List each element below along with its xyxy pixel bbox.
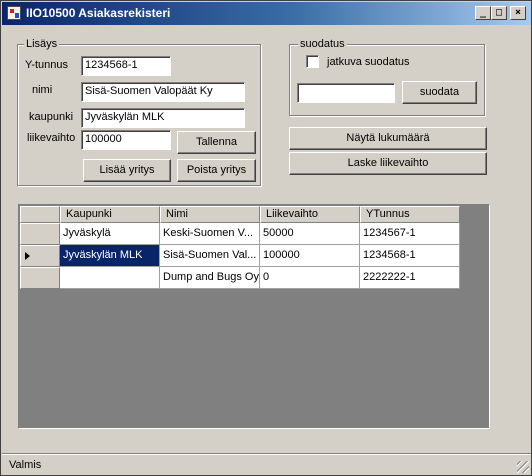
status-bar: Valmis (2, 453, 531, 475)
suodata-button[interactable]: suodata (402, 81, 477, 104)
cell-kaupunki[interactable]: Jyväskylä (60, 223, 160, 245)
cell-ytunnus[interactable]: 2222222-1 (360, 267, 460, 289)
tallenna-button[interactable]: Tallenna (177, 131, 256, 154)
lisaa-yritys-button[interactable]: Lisää yritys (83, 159, 171, 182)
ytunnus-label: Y-tunnus (25, 59, 69, 71)
jatkuva-suodatus-checkbox[interactable] (306, 55, 319, 68)
nayta-lukumaara-button[interactable]: Näytä lukumäärä (289, 127, 487, 150)
grid-corner-header[interactable] (20, 206, 60, 223)
cell-ytunnus[interactable]: 1234568-1 (360, 245, 460, 267)
title-bar[interactable]: IIO10500 Asiakasrekisteri _ □ × (2, 2, 531, 25)
kaupunki-input[interactable]: Jyväskylän MLK (81, 108, 245, 128)
suodatus-legend: suodatus (298, 38, 347, 50)
minimize-button[interactable]: _ (475, 6, 491, 20)
column-header-ytunnus[interactable]: YTunnus (360, 206, 460, 223)
cell-kaupunki-selected[interactable]: Jyväskylän MLK (60, 245, 160, 267)
jatkuva-suodatus-label[interactable]: jatkuva suodatus (327, 56, 410, 68)
kaupunki-label: kaupunki (29, 111, 74, 123)
lisays-legend: Lisäys (24, 38, 60, 50)
resize-grip-icon[interactable] (517, 461, 529, 473)
row-header[interactable] (20, 223, 60, 245)
cell-liikevaihto[interactable]: 100000 (260, 245, 360, 267)
nimi-label: nimi (32, 84, 53, 96)
cell-nimi[interactable]: Sisä-Suomen Val... (160, 245, 260, 267)
nimi-input[interactable]: Sisä-Suomen Valopäät Ky (81, 82, 245, 102)
status-text: Valmis (9, 459, 42, 471)
current-row-arrow-icon (25, 252, 30, 260)
liikevaihto-input[interactable]: 100000 (81, 130, 171, 150)
cell-nimi[interactable]: Keski-Suomen V... (160, 223, 260, 245)
close-button[interactable]: × (510, 6, 526, 20)
column-header-nimi[interactable]: Nimi (160, 206, 260, 223)
app-icon[interactable] (7, 6, 21, 20)
cell-kaupunki[interactable] (60, 267, 160, 289)
cell-liikevaihto[interactable]: 0 (260, 267, 360, 289)
cell-ytunnus[interactable]: 1234567-1 (360, 223, 460, 245)
column-header-liikevaihto[interactable]: Liikevaihto (260, 206, 360, 223)
laske-liikevaihto-button[interactable]: Laske liikevaihto (289, 152, 487, 175)
poista-yritys-button[interactable]: Poista yritys (177, 159, 256, 182)
company-data-grid[interactable]: Kaupunki Nimi Liikevaihto YTunnus Jyväsk… (18, 204, 490, 429)
maximize-button[interactable]: □ (491, 6, 507, 20)
cell-nimi[interactable]: Dump and Bugs Oy (160, 267, 260, 289)
row-header[interactable] (20, 267, 60, 289)
main-window: IIO10500 Asiakasrekisteri _ □ × Lisäys Y… (0, 0, 532, 476)
liikevaihto-label: liikevaihto (27, 132, 76, 144)
suodatus-input[interactable] (297, 83, 395, 103)
column-header-kaupunki[interactable]: Kaupunki (60, 206, 160, 223)
row-header-current[interactable] (20, 245, 60, 267)
window-title: IIO10500 Asiakasrekisteri (26, 6, 171, 20)
cell-liikevaihto[interactable]: 50000 (260, 223, 360, 245)
ytunnus-input[interactable]: 1234568-1 (81, 56, 171, 76)
